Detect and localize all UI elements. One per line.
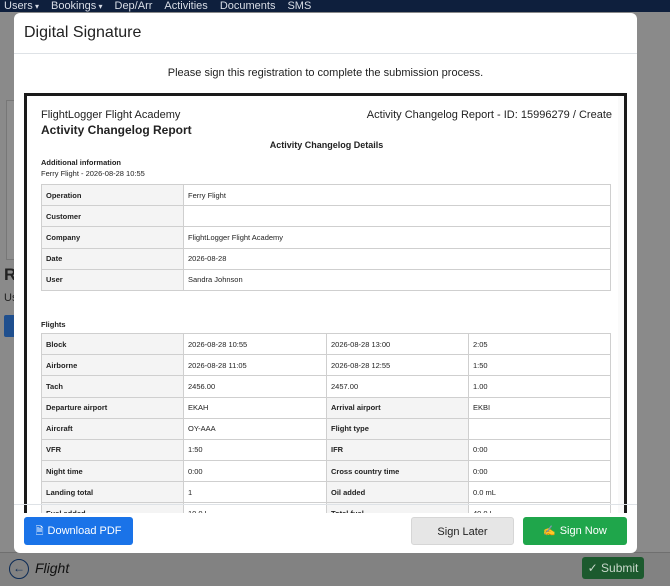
bottom-bar (0, 552, 670, 586)
info-row: Customer (41, 205, 611, 228)
flight-row: Departure airport EKAH Arrival airport EKBI (41, 396, 611, 419)
flight-value: 1:50 (183, 438, 327, 462)
flights-label: Flights (41, 319, 66, 329)
flight-row: Night time 0:00 Cross country time 0:00 (41, 460, 611, 483)
flight-label: VFR (41, 438, 184, 462)
info-row: Operation Ferry Flight (41, 183, 611, 207)
info-table: Operation Ferry Flight Customer Company Flig… (41, 183, 611, 291)
academy-name: FlightLogger Flight Academy (41, 109, 181, 121)
flight-label-2: IFR (326, 438, 469, 462)
additional-info-value: Ferry Flight - 2026-08-28 10:55 (41, 169, 145, 178)
flight-label-2: 2026-08-28 12:55 (326, 354, 469, 377)
flight-value-2: 0:00 (468, 460, 611, 483)
additional-info-label: Additional information (41, 158, 121, 167)
flight-value: 2456.00 (183, 375, 327, 398)
flight-label-2: 2026-08-28 13:00 (326, 332, 469, 356)
flight-value-2: 0:00 (468, 438, 611, 462)
flight-label: Departure airport (41, 396, 184, 419)
info-label: Customer (41, 205, 184, 228)
flight-value-2 (468, 417, 611, 440)
flight-value: 2026-08-28 11:05 (183, 354, 327, 377)
sign-later-label: Sign Later (437, 526, 488, 538)
nav-sms[interactable]: SMS (287, 0, 311, 12)
bottom-title: Flight (35, 560, 70, 576)
report-viewer[interactable]: FlightLogger Flight Academy Activity Cha… (24, 93, 627, 513)
flight-label-2: Flight type (326, 417, 469, 440)
flight-value-2: 0.0 mL (468, 481, 611, 504)
info-value (183, 205, 611, 228)
flight-label-2: Oil added (326, 481, 469, 504)
report-scrollbar[interactable] (618, 96, 624, 513)
flight-label-2: 2457.00 (326, 375, 469, 398)
report-header: FlightLogger Flight Academy Activity Cha… (41, 109, 612, 121)
flight-value: 0:00 (183, 460, 327, 483)
download-pdf-label: Download PDF (47, 525, 122, 537)
info-row: Date 2026-08-28 (41, 247, 611, 270)
flight-label: Airborne (41, 354, 184, 377)
instruction-text: Please sign this registration to complet… (167, 67, 484, 79)
modal-body: Please sign this registration to complet… (14, 54, 637, 513)
info-value: FlightLogger Flight Academy (183, 226, 611, 249)
nav-activities[interactable]: Activities (164, 0, 207, 12)
info-value: Ferry Flight (183, 183, 611, 207)
back-arrow-icon[interactable]: ← (9, 559, 29, 579)
info-label: User (41, 268, 184, 291)
flight-value: 1 (183, 481, 327, 504)
flight-label: Landing total (41, 481, 184, 504)
signature-icon: ✍ (543, 526, 556, 537)
flight-row: Landing total 1 Oil added 0.0 mL (41, 481, 611, 504)
submit-label: Submit (601, 561, 639, 575)
nav-users[interactable]: Users (4, 0, 39, 12)
report-scroll-area[interactable]: FlightLogger Flight Academy Activity Cha… (27, 96, 624, 513)
report-document: FlightLogger Flight Academy Activity Cha… (41, 109, 612, 513)
flight-value: OY-AAA (183, 417, 327, 440)
download-pdf-button[interactable]: 🗎 Download PDF (24, 517, 133, 545)
sign-later-button[interactable]: Sign Later (411, 517, 514, 545)
flights-table: Block 2026-08-28 10:55 2026-08-28 13:00 2:0… (41, 332, 611, 513)
flight-row: VFR 1:50 IFR 0:00 (41, 438, 611, 462)
nav-bookings[interactable]: Bookings (51, 0, 103, 12)
info-value: 2026-08-28 (183, 247, 611, 270)
submit-button[interactable]: ✓ Submit (582, 557, 644, 579)
modal-header: Digital Signature (14, 13, 637, 54)
flight-label: Block (41, 332, 184, 356)
top-nav: Users Bookings Dep/Arr Activities Docume… (0, 0, 670, 12)
pdf-file-icon: 🗎 (35, 526, 44, 537)
flight-value-2: 1.00 (468, 375, 611, 398)
info-label: Company (41, 226, 184, 249)
flight-row: Airborne 2026-08-28 11:05 2026-08-28 12:55… (41, 354, 611, 377)
digital-signature-modal: Digital Signature Please sign this regis… (14, 13, 637, 553)
flight-row: Block 2026-08-28 10:55 2026-08-28 13:00 2:0… (41, 332, 611, 356)
flight-label-2: Arrival airport (326, 396, 469, 419)
sign-now-label: Sign Now (559, 525, 607, 537)
flight-value-2: 2:05 (468, 332, 611, 356)
flight-label: Tach (41, 375, 184, 398)
modal-footer: 🗎 Download PDF Sign Later ✍ Sign Now (14, 504, 637, 553)
flight-value-2: EKBI (468, 396, 611, 419)
flight-value: EKAH (183, 396, 327, 419)
flight-row: Tach 2456.00 2457.00 1.00 (41, 375, 611, 398)
flight-value-2: 1:50 (468, 354, 611, 377)
report-title: Activity Changelog Report (41, 123, 192, 137)
flight-label-2: Cross country time (326, 460, 469, 483)
flight-label: Night time (41, 460, 184, 483)
info-row: User Sandra Johnson (41, 268, 611, 291)
info-label: Operation (41, 183, 184, 207)
sign-now-button[interactable]: ✍ Sign Now (523, 517, 627, 545)
flight-value: 2026-08-28 10:55 (183, 332, 327, 356)
info-label: Date (41, 247, 184, 270)
check-icon: ✓ (587, 561, 602, 575)
info-value: Sandra Johnson (183, 268, 611, 291)
nav-dep-arr[interactable]: Dep/Arr (115, 0, 153, 12)
modal-title: Digital Signature (24, 24, 142, 41)
flight-label: Aircraft (41, 417, 184, 440)
info-row: Company FlightLogger Flight Academy (41, 226, 611, 249)
flight-row: Aircraft OY-AAA Flight type (41, 417, 611, 440)
details-heading: Activity Changelog Details (269, 140, 384, 150)
report-id: Activity Changelog Report - ID: 15996279… (366, 109, 612, 121)
nav-documents[interactable]: Documents (220, 0, 276, 12)
